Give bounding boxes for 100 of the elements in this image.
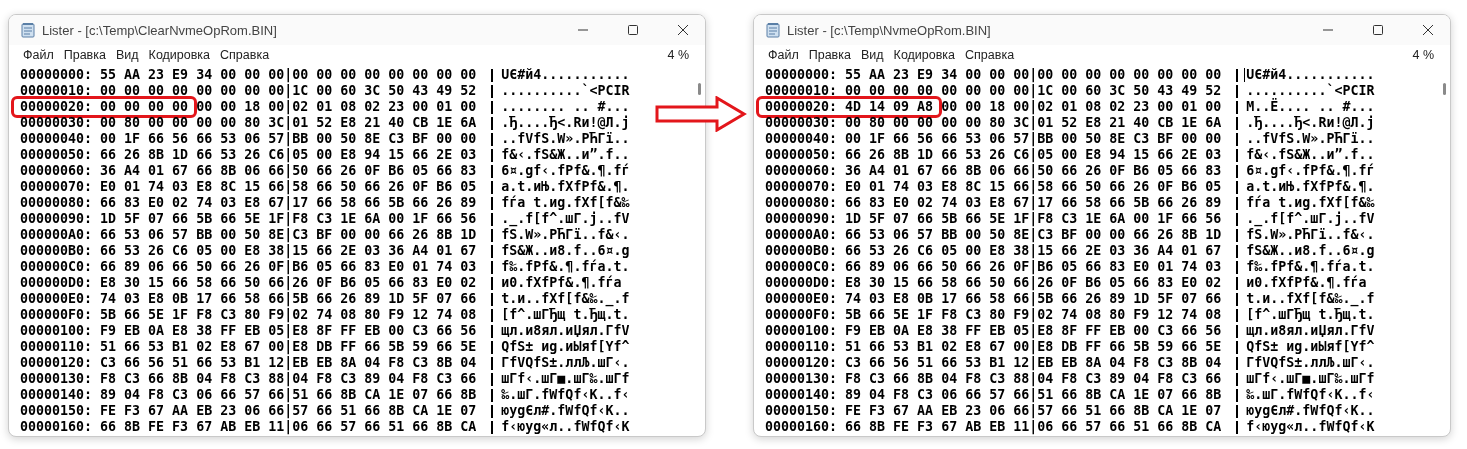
- offset-label: 00000090:: [765, 211, 838, 227]
- hex-bytes: 74 03 E8 0B 17 66 58 66|5B 66 26 89 1D 5F 07 66: [100, 291, 477, 307]
- zoom-percent: 4 %: [667, 48, 689, 62]
- menu-item[interactable]: Вид: [855, 48, 889, 62]
- offset-label: 00000050:: [765, 147, 838, 163]
- hex-bytes: 66 89 06 66 50 66 26 0F|B6 05 66 83 E0 01 74 03: [845, 259, 1222, 275]
- ascii-text: ._.f[f^.шГ.j..fV: [501, 211, 630, 227]
- hex-bytes: E0 01 74 03 E8 8C 15 66|58 66 50 66 26 0F B6 05: [845, 179, 1222, 195]
- ascii-text: ГfVQfS±.ллЉ.шГ‹.: [1246, 355, 1375, 371]
- hex-bytes: 00 00 00 00 00 00 00 00|1C 00 60 3C 50 43 49 52: [100, 83, 477, 99]
- hex-bytes: FE F3 67 AA EB 23 06 66|57 66 51 66 8B CA 1E 07: [845, 403, 1222, 419]
- offset-label: 000000E0:: [20, 291, 93, 307]
- offset-label: 000000A0:: [20, 227, 93, 243]
- offset-label: 00000120:: [765, 355, 838, 371]
- menu-item[interactable]: Кодировка: [888, 48, 961, 62]
- hex-bytes: 66 83 E0 02 74 03 E8 67|17 66 58 66 5B 66 26 89: [100, 195, 477, 211]
- ascii-text: fS&Ж..и8.f..6¤.g: [501, 243, 630, 259]
- offset-label: 000000B0:: [765, 243, 838, 259]
- offset-label: 00000140:: [20, 387, 93, 403]
- ascii-text: fѓа t.иg.fXf[f&‰: [1246, 195, 1375, 211]
- menu-item[interactable]: Файл: [763, 48, 804, 62]
- offset-label: 00000050:: [20, 147, 93, 163]
- menu-item[interactable]: Справка: [960, 48, 1020, 62]
- ascii-text: 6¤.gf‹.fPf&.¶.fѓ: [501, 163, 630, 179]
- offset-label: 000000A0:: [765, 227, 838, 243]
- ascii-text: юуgЄл#.fWfQf‹К..: [1246, 403, 1375, 419]
- hex-bytes: 66 83 E0 02 74 03 E8 67|17 66 58 66 5B 66 26 89: [845, 195, 1222, 211]
- offset-label: 00000080:: [765, 195, 838, 211]
- ascii-text: ..fVfS.W».PЋГї..: [1246, 131, 1375, 147]
- offset-label: 000000B0:: [20, 243, 93, 259]
- offset-label: 00000080:: [20, 195, 93, 211]
- hex-bytes: 00 1F 66 56 66 53 06 57|BB 00 50 8E C3 BF 00 00: [845, 131, 1222, 147]
- menu-item[interactable]: Вид: [110, 48, 144, 62]
- ascii-text: UЄ#й4...........: [501, 67, 630, 83]
- hex-bytes: 66 8B FE F3 67 AB EB 11|06 66 57 66 51 66 8B CA: [100, 419, 477, 435]
- menu-item[interactable]: Правка: [58, 48, 111, 62]
- hex-bytes: 5B 66 5E 1F F8 C3 80 F9|02 74 08 80 F9 12 74 08: [100, 307, 477, 323]
- hex-bytes: 00 80 00 00 00 00 80 3C|01 52 E8 21 40 CB 1E 6A: [100, 115, 477, 131]
- offset-label: 00000060:: [20, 163, 93, 179]
- ascii-text: f&‹.fS&Ж..и”.f..: [1246, 147, 1375, 163]
- ascii-text: ‰.шГ.fWfQf‹К..f‹: [501, 387, 630, 403]
- scrollbar-thumb[interactable]: [1443, 83, 1446, 95]
- offset-label: 00000130:: [20, 371, 93, 387]
- ascii-text: 6¤.gf‹.fPf&.¶.fѓ: [1246, 163, 1375, 179]
- ascii-text: f‹юуg«л..fWfQf‹К: [1246, 419, 1375, 435]
- ascii-text: t.и..fXf[f&‰._.f: [501, 291, 630, 307]
- hex-bytes: 55 AA 23 E9 34 00 00 00|00 00 00 00 00 00 00 00: [845, 67, 1222, 83]
- ascii-text: ..........`<PCIR: [501, 83, 630, 99]
- offset-label: 00000070:: [765, 179, 838, 195]
- hex-bytes: 66 53 26 C6 05 00 E8 38|15 66 2E 03 36 A4 01 67: [100, 243, 477, 259]
- ascii-text: M..Ё.... .. #...: [1246, 99, 1375, 115]
- ascii-text: юуgЄл#.fWfQf‹К..: [501, 403, 630, 419]
- hex-bytes: 51 66 53 B1 02 E8 67 00|E8 DB FF 66 5B 59 66 5E: [845, 339, 1222, 355]
- hex-bytes: 51 66 53 B1 02 E8 67 00|E8 DB FF 66 5B 59 66 5E: [100, 339, 477, 355]
- hex-bytes: 89 04 F8 C3 06 66 57 66|51 66 8B CA 1E 07 66 8B: [845, 387, 1222, 403]
- hex-bytes: 00 80 00 00 00 00 80 3C|01 52 E8 21 40 CB 1E 6A: [845, 115, 1222, 131]
- ascii-text: f&‹.fS&Ж..и”.f..: [501, 147, 630, 163]
- ascii-text: f‰.fPf&.¶.fѓа.t.: [501, 259, 630, 275]
- ascii-text: ........ .. #...: [501, 99, 630, 115]
- ascii-text: а.t.иЊ.fXfPf&.¶.: [501, 179, 630, 195]
- offset-label: 00000020:: [765, 99, 838, 115]
- ascii-text: щл.и8ял.иЏял.ГfV: [501, 323, 630, 339]
- hex-bytes: 66 53 06 57 BB 00 50 8E|C3 BF 00 00 66 26 8B 1D: [845, 227, 1222, 243]
- ascii-text: ._.f[f^.шГ.j..fV: [1246, 211, 1375, 227]
- offset-label: 00000120:: [20, 355, 93, 371]
- hex-bytes: 66 26 8B 1D 66 53 26 C6|05 00 E8 94 15 66 2E 03: [100, 147, 477, 163]
- offset-label: 00000140:: [765, 387, 838, 403]
- ascii-text: .Ђ....Ђ<.Rи!@Л.j: [501, 115, 630, 131]
- notepad-icon: [765, 22, 781, 38]
- menu-item[interactable]: Справка: [215, 48, 275, 62]
- scrollbar-thumb[interactable]: [698, 83, 701, 95]
- ascii-text: шГf‹.шГ■.шГ‰.шГf: [1246, 371, 1375, 387]
- hex-bytes: 66 53 26 C6 05 00 E8 38|15 66 2E 03 36 A4 01 67: [845, 243, 1222, 259]
- offset-label: 000000F0:: [20, 307, 93, 323]
- hex-bytes: 89 04 F8 C3 06 66 57 66|51 66 8B CA 1E 07 66 8B: [100, 387, 477, 403]
- close-icon: [678, 25, 688, 35]
- hex-bytes: E8 30 15 66 58 66 50 66|26 0F B6 05 66 83 E0 02: [845, 275, 1222, 291]
- offset-label: 000000C0:: [765, 259, 838, 275]
- zoom-percent: 4 %: [1412, 48, 1434, 62]
- menu-item[interactable]: Файл: [18, 48, 59, 62]
- ascii-text: ..........`<PCIR: [1246, 83, 1375, 98]
- hex-bytes: 00 00 00 00 00 00 18 00|02 01 08 02 23 00 01 00: [100, 99, 477, 115]
- ascii-text: t.и..fXf[f&‰._.f: [1246, 291, 1375, 307]
- hex-bytes: E0 01 74 03 E8 8C 15 66|58 66 50 66 26 0F B6 05: [100, 179, 477, 195]
- offset-label: 00000060:: [765, 163, 838, 179]
- ascii-text: ..fVfS.W».PЋГї..: [501, 131, 630, 147]
- ascii-text: fS.W».PЋГї..f&‹.: [1246, 227, 1375, 243]
- menu-item[interactable]: Правка: [803, 48, 856, 62]
- hex-bytes: 00 00 00 00 00 00 00 00|1C 00 60 3C 50 43 49 52: [845, 83, 1222, 99]
- offset-label: 00000150:: [20, 403, 93, 419]
- offset-label: 00000090:: [20, 211, 93, 227]
- offset-label: 00000030:: [20, 115, 93, 131]
- hex-bytes: 66 89 06 66 50 66 26 0F|B6 05 66 83 E0 01 74 03: [100, 259, 477, 275]
- offset-label: 00000160:: [20, 419, 93, 435]
- offset-label: 000000D0:: [765, 275, 838, 291]
- ascii-text: fѓа t.иg.fXf[f&‰: [501, 195, 630, 211]
- offset-label: 000000F0:: [765, 307, 838, 323]
- hex-bytes: 66 8B FE F3 67 AB EB 11|06 66 57 66 51 66 8B CA: [845, 419, 1222, 435]
- menu-item[interactable]: Кодировка: [143, 48, 216, 62]
- ascii-text: ГfVQfS±.ллЉ.шГ‹.: [501, 355, 630, 371]
